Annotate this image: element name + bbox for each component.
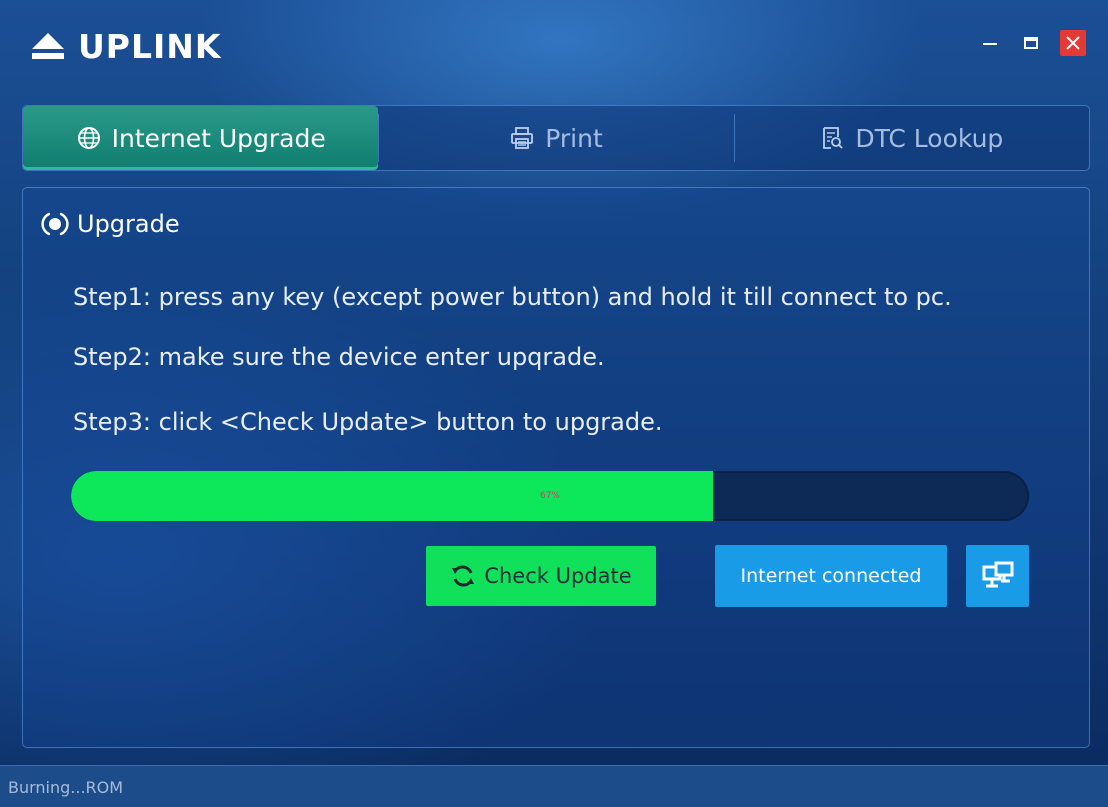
document-search-icon <box>823 127 843 149</box>
printer-icon <box>511 127 534 149</box>
tab-label: DTC Lookup <box>855 123 1004 153</box>
close-icon <box>1066 36 1080 50</box>
eject-icon <box>32 33 64 59</box>
app-window: UPLINK Internet Upgrade Print DTC Lookup… <box>0 0 1108 807</box>
maximize-button[interactable] <box>1018 30 1044 56</box>
check-update-button[interactable]: Check Update <box>426 546 656 606</box>
tab-bar: Internet Upgrade Print DTC Lookup <box>22 105 1090 171</box>
network-computers-icon <box>982 561 1013 588</box>
section-header: Upgrade <box>41 210 180 238</box>
check-update-label: Check Update <box>484 564 632 588</box>
radio-selected-icon <box>41 212 69 236</box>
progress-bar: 67% <box>71 471 1029 521</box>
step-text: Step2: make sure the device enter upqrad… <box>73 343 605 371</box>
step-text: Step1: press any key (except power butto… <box>73 283 952 311</box>
app-title: UPLINK <box>78 26 222 66</box>
maximize-icon <box>1024 37 1038 49</box>
close-button[interactable] <box>1060 30 1086 56</box>
tab-internet-upgrade[interactable]: Internet Upgrade <box>23 106 379 170</box>
minimize-button[interactable] <box>977 30 1003 56</box>
tab-label: Print <box>545 123 603 153</box>
status-bar: Burning...ROM <box>0 765 1108 807</box>
tab-dtc-lookup[interactable]: DTC Lookup <box>733 106 1089 170</box>
app-logo: UPLINK <box>30 24 221 68</box>
tab-print[interactable]: Print <box>378 106 733 170</box>
progress-label: 67% <box>539 491 560 501</box>
refresh-icon <box>452 565 475 587</box>
step-text: Step3: click <Check Update> button to up… <box>73 408 663 436</box>
pc-connection-button[interactable] <box>966 545 1029 607</box>
status-text: Burning...ROM <box>8 777 124 797</box>
section-title: Upgrade <box>77 210 180 238</box>
globe-icon <box>77 127 100 149</box>
tab-label: Internet Upgrade <box>111 123 326 153</box>
minimize-icon <box>983 43 997 45</box>
internet-connected-button[interactable]: Internet connected <box>715 545 947 607</box>
title-bar: UPLINK <box>0 0 1108 92</box>
upgrade-panel: Upgrade Step1: press any key (except pow… <box>22 187 1090 748</box>
